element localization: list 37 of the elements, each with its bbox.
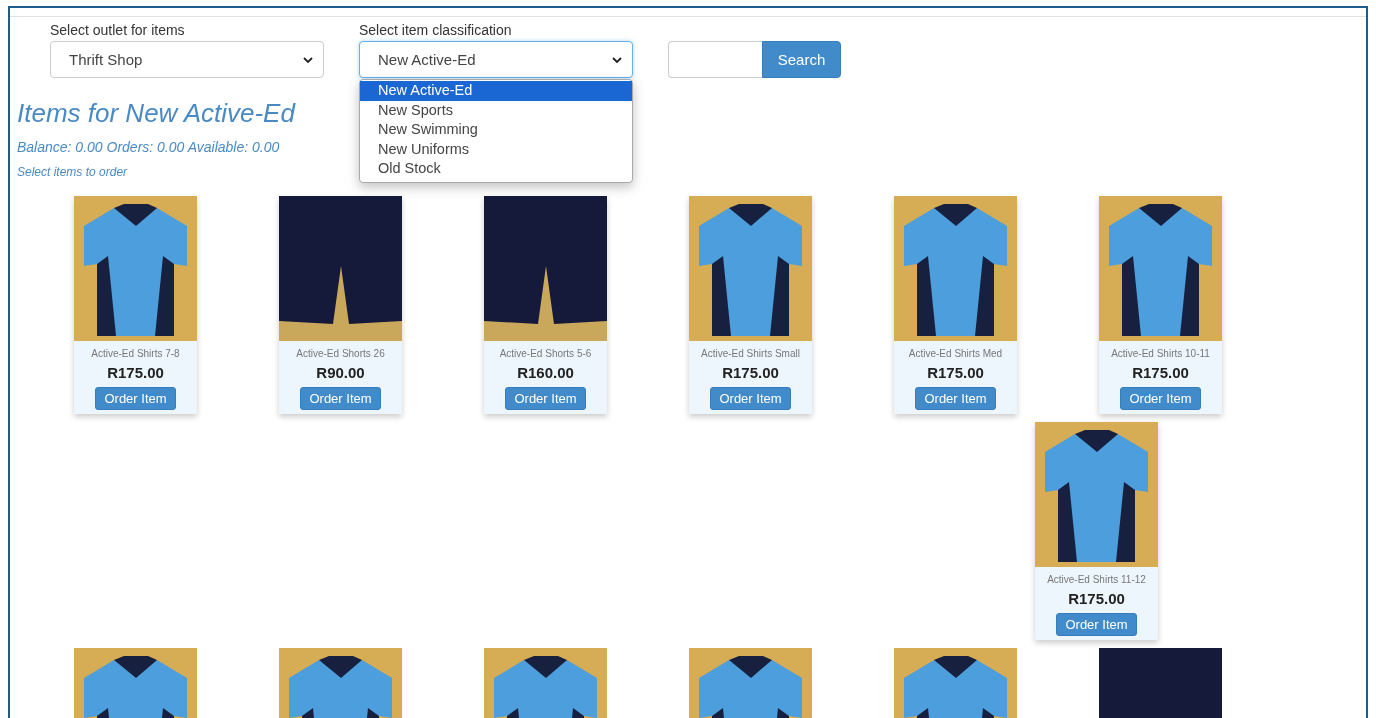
field-label: Select item classification	[359, 22, 513, 38]
outlet-select[interactable]: Thrift Shop	[50, 41, 324, 78]
order-item-button[interactable]: Order Item	[915, 387, 996, 410]
product-price: R160.00	[517, 364, 574, 381]
order-item-button[interactable]: Order Item	[1056, 613, 1137, 636]
product-name: Active-Ed Shirts 7-8	[91, 348, 180, 359]
product-name: Active-Ed Shirts 11-12	[1047, 574, 1146, 585]
balance-text: Balance: 0.00 Orders: 0.00 Available: 0.00	[17, 139, 280, 155]
order-item-button[interactable]: Order Item	[95, 387, 176, 410]
order-item-button[interactable]: Order Item	[505, 387, 586, 410]
order-item-button[interactable]: Order Item	[1120, 387, 1201, 410]
dropdown-option[interactable]: New Active-Ed	[360, 81, 632, 101]
classification-select[interactable]: New Active-Ed	[359, 41, 633, 78]
chevron-down-icon	[303, 56, 313, 63]
field-label: Select outlet for items	[50, 22, 186, 38]
dropdown-option[interactable]: Old Stock	[360, 159, 632, 179]
order-item-button[interactable]: Order Item	[300, 387, 381, 410]
instruction-text: Select items to order	[17, 165, 128, 179]
dropdown-option[interactable]: New Sports	[360, 100, 632, 120]
product-name: Active-Ed Shirts Small	[701, 348, 800, 359]
chevron-down-icon	[612, 56, 622, 63]
search-button[interactable]: Search	[762, 41, 841, 78]
order-item-button[interactable]: Order Item	[710, 387, 791, 410]
product-price: R175.00	[107, 364, 164, 381]
search-field[interactable]	[668, 41, 762, 78]
product-price: R175.00	[1132, 364, 1189, 381]
product-price: R90.00	[316, 364, 365, 381]
product-name: Active-Ed Shorts 5-6	[499, 348, 592, 359]
product-price: R175.00	[722, 364, 779, 381]
product-price: R175.00	[1068, 590, 1125, 607]
product-name: Active-Ed Shirts Med	[908, 348, 1003, 359]
product-name: Active-Ed Shorts 26	[296, 348, 385, 359]
page-heading: Items for New Active-Ed	[17, 98, 295, 129]
dropdown-option[interactable]: New Uniforms	[360, 139, 632, 159]
product-name: Active-Ed Shirts 10-11	[1111, 348, 1210, 359]
product-price: R175.00	[927, 364, 984, 381]
dropdown-option[interactable]: New Swimming	[360, 120, 632, 140]
